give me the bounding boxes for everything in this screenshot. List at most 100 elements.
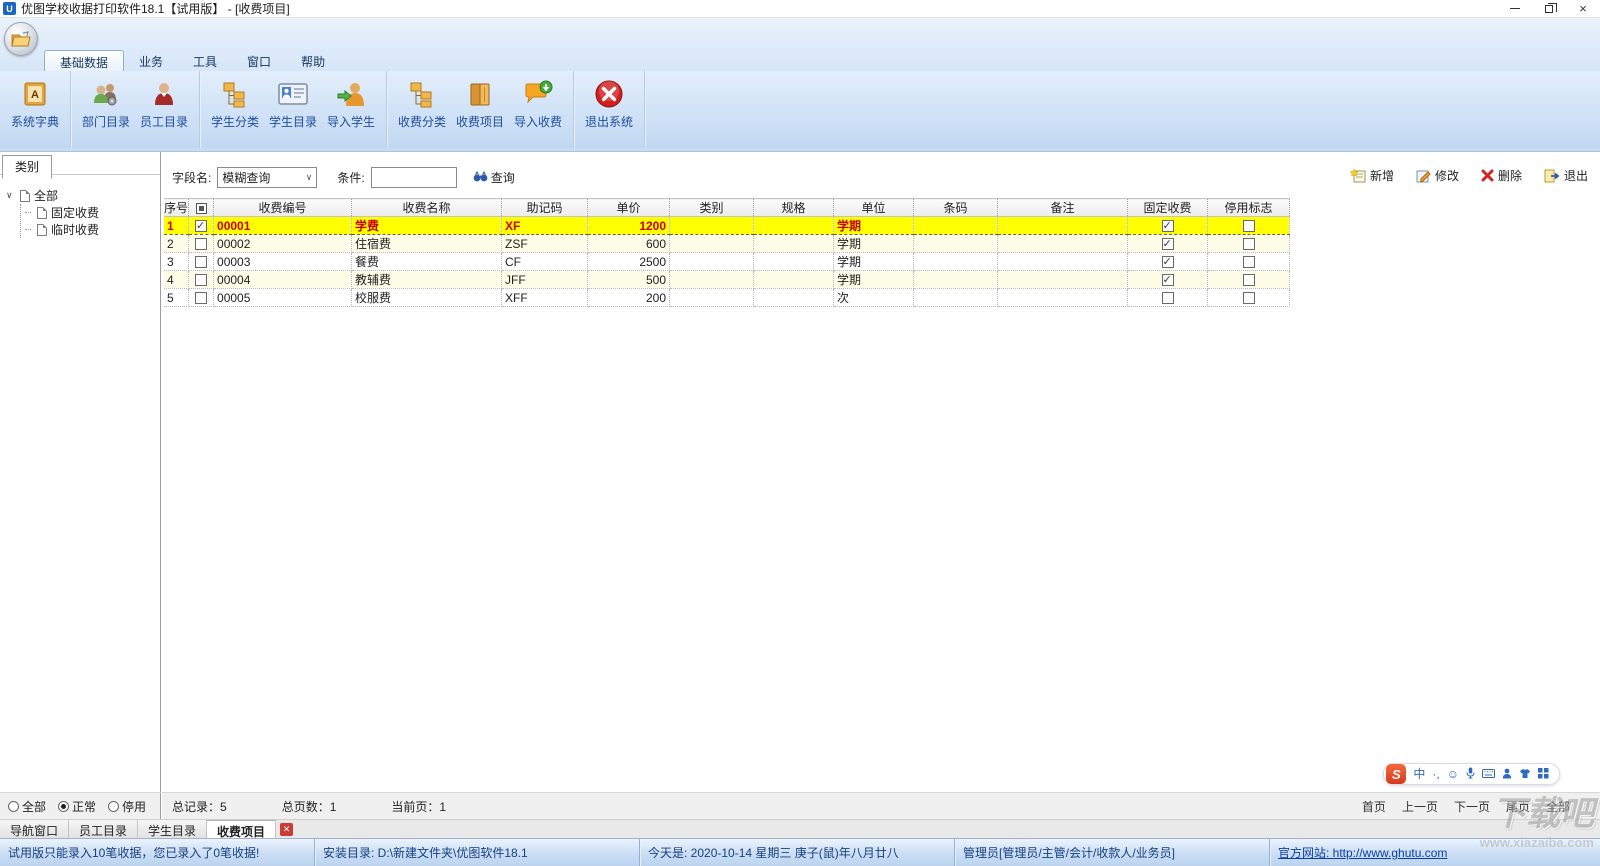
tab-employee-directory[interactable]: 员工目录 <box>69 820 138 838</box>
department-directory-button[interactable]: 部门目录 <box>77 74 135 130</box>
trial-info: 试用版只能录入10笔收据，您已录入了0笔收据! <box>0 839 315 866</box>
fixed-fee-checkbox[interactable] <box>1162 292 1174 304</box>
radio-all[interactable]: 全部 <box>8 798 46 815</box>
tab-nav-window[interactable]: 导航窗口 <box>0 820 69 838</box>
table-header-row: 序号 收费编号 收费名称 助记码 单价 类别 规格 单位 条码 备注 固定收费 … <box>164 199 1290 217</box>
row-checkbox[interactable] <box>195 292 207 304</box>
fixed-fee-checkbox[interactable] <box>1162 238 1174 250</box>
stopped-checkbox[interactable] <box>1243 220 1255 232</box>
radio-normal[interactable]: 正常 <box>58 798 96 815</box>
fee-category-button[interactable]: 收费分类 <box>393 74 451 130</box>
search-button[interactable]: 查询 <box>473 169 515 186</box>
pagination-bar: 总记录：5 总页数：1 当前页：1 首页 上一页 下一页 尾页 全部 <box>162 792 1600 819</box>
student-directory-button[interactable]: 学生目录 <box>264 74 322 130</box>
exit-system-button[interactable]: 退出系统 <box>580 74 638 130</box>
row-checkbox[interactable] <box>195 238 207 250</box>
condition-input[interactable] <box>371 167 457 188</box>
ime-menu-grid-icon[interactable] <box>1538 768 1549 781</box>
student-category-button[interactable]: 学生分类 <box>206 74 264 130</box>
col-price: 单价 <box>588 199 670 217</box>
field-name-value: 模糊查询 <box>222 169 305 186</box>
page-icon <box>37 207 47 219</box>
tree-node-label: 临时收费 <box>51 221 99 238</box>
main-content: 字段名: 模糊查询 ∨ 条件: 查询 新增 修改 删除 退出 <box>162 152 1600 792</box>
ime-keyboard-icon[interactable] <box>1482 768 1495 780</box>
collapse-icon[interactable]: ∨ <box>6 190 16 201</box>
chevron-down-icon: ∨ <box>306 172 313 183</box>
ime-toolbar: S 中 ·, ☺ <box>1383 763 1560 785</box>
next-page-button[interactable]: 下一页 <box>1454 798 1490 815</box>
row-checkbox[interactable] <box>195 256 207 268</box>
table-row[interactable]: 4 00004 教辅费 JFF 500 学期 <box>164 271 1290 289</box>
last-page-button[interactable]: 尾页 <box>1506 798 1530 815</box>
table-row[interactable]: 1 00001 学费 XF 1200 学期 <box>164 217 1290 235</box>
student-category-tree-icon <box>219 78 251 110</box>
stopped-checkbox[interactable] <box>1243 292 1255 304</box>
prev-page-button[interactable]: 上一页 <box>1402 798 1438 815</box>
col-select-all[interactable] <box>189 199 214 217</box>
dictionary-book-icon: A <box>19 78 51 110</box>
restore-button[interactable] <box>1532 0 1566 17</box>
official-website-link[interactable]: 官方网站: http://www.ghutu.com <box>1278 844 1447 861</box>
system-dictionary-button[interactable]: A 系统字典 <box>6 74 64 130</box>
stopped-checkbox[interactable] <box>1243 256 1255 268</box>
fixed-fee-checkbox[interactable] <box>1162 256 1174 268</box>
radio-stopped[interactable]: 停用 <box>108 798 146 815</box>
menu-tab-window[interactable]: 窗口 <box>232 50 286 71</box>
menu-tab-help[interactable]: 帮助 <box>286 50 340 71</box>
row-checkbox[interactable] <box>195 274 207 286</box>
ribbon: 基础数据 业务 工具 窗口 帮助 A 系统字典 部门目录 <box>0 18 1600 152</box>
ime-chinese-mode-icon[interactable]: 中 <box>1413 768 1425 780</box>
ime-account-icon[interactable] <box>1502 768 1512 781</box>
table-row[interactable]: 3 00003 餐费 CF 2500 学期 <box>164 253 1290 271</box>
row-checkbox[interactable] <box>195 220 207 232</box>
fixed-fee-checkbox[interactable] <box>1162 220 1174 232</box>
ime-punctuation-icon[interactable]: ·, <box>1432 768 1439 780</box>
ime-emoji-icon[interactable]: ☺ <box>1447 768 1459 780</box>
table-row[interactable]: 5 00005 校服费 XFF 200 次 <box>164 289 1290 307</box>
tree-node-all[interactable]: ∨ 全部 <box>6 187 160 204</box>
tree-node-fixed-fee[interactable]: 固定收费 <box>21 204 160 221</box>
category-tab[interactable]: 类别 <box>2 155 52 179</box>
employee-directory-button[interactable]: 员工目录 <box>135 74 193 130</box>
close-button[interactable]: × <box>1566 0 1600 17</box>
all-pages-button[interactable]: 全部 <box>1546 798 1570 815</box>
toolbar-group-fees: 收费分类 收费项目 导入收费 <box>387 71 574 148</box>
close-tab-button[interactable]: ✕ <box>280 823 293 836</box>
record-actions: 新增 修改 删除 退出 <box>1350 167 1588 184</box>
ime-microphone-icon[interactable] <box>1466 767 1475 781</box>
menu-tab-basic-data[interactable]: 基础数据 <box>44 50 124 71</box>
add-button[interactable]: 新增 <box>1350 167 1394 184</box>
fee-items-button[interactable]: 收费项目 <box>451 74 509 130</box>
minimize-button[interactable] <box>1498 0 1532 17</box>
tree-node-temp-fee[interactable]: 临时收费 <box>21 221 160 238</box>
exit-button[interactable]: 退出 <box>1544 167 1588 184</box>
field-name-select[interactable]: 模糊查询 ∨ <box>217 167 317 188</box>
table-row[interactable]: 2 00002 住宿费 ZSF 600 学期 <box>164 235 1290 253</box>
radio-label: 全部 <box>22 798 46 815</box>
fee-items-books-icon <box>464 78 496 110</box>
app-icon: U <box>3 2 16 15</box>
radio-label: 正常 <box>72 798 96 815</box>
edit-icon <box>1416 169 1431 183</box>
menu-tab-business[interactable]: 业务 <box>124 50 178 71</box>
ime-skin-icon[interactable] <box>1519 768 1531 781</box>
first-page-button[interactable]: 首页 <box>1362 798 1386 815</box>
fixed-fee-checkbox[interactable] <box>1162 274 1174 286</box>
stopped-checkbox[interactable] <box>1243 238 1255 250</box>
import-fee-button[interactable]: 导入收费 <box>509 74 567 130</box>
application-orb-button[interactable] <box>4 22 38 56</box>
edit-button[interactable]: 修改 <box>1416 167 1459 184</box>
exit-system-icon <box>593 78 625 110</box>
sogou-logo-icon[interactable]: S <box>1386 764 1406 784</box>
menu-tab-tools[interactable]: 工具 <box>178 50 232 71</box>
toolbar-group-org: 部门目录 员工目录 <box>71 71 200 148</box>
tab-student-directory[interactable]: 学生目录 <box>138 820 207 838</box>
delete-label: 删除 <box>1498 167 1522 184</box>
stopped-checkbox[interactable] <box>1243 274 1255 286</box>
import-student-button[interactable]: 导入学生 <box>322 74 380 130</box>
svg-text:A: A <box>31 89 39 101</box>
delete-button[interactable]: 删除 <box>1481 167 1522 184</box>
edit-label: 修改 <box>1435 167 1459 184</box>
tab-fee-items[interactable]: 收费项目 <box>207 820 276 838</box>
